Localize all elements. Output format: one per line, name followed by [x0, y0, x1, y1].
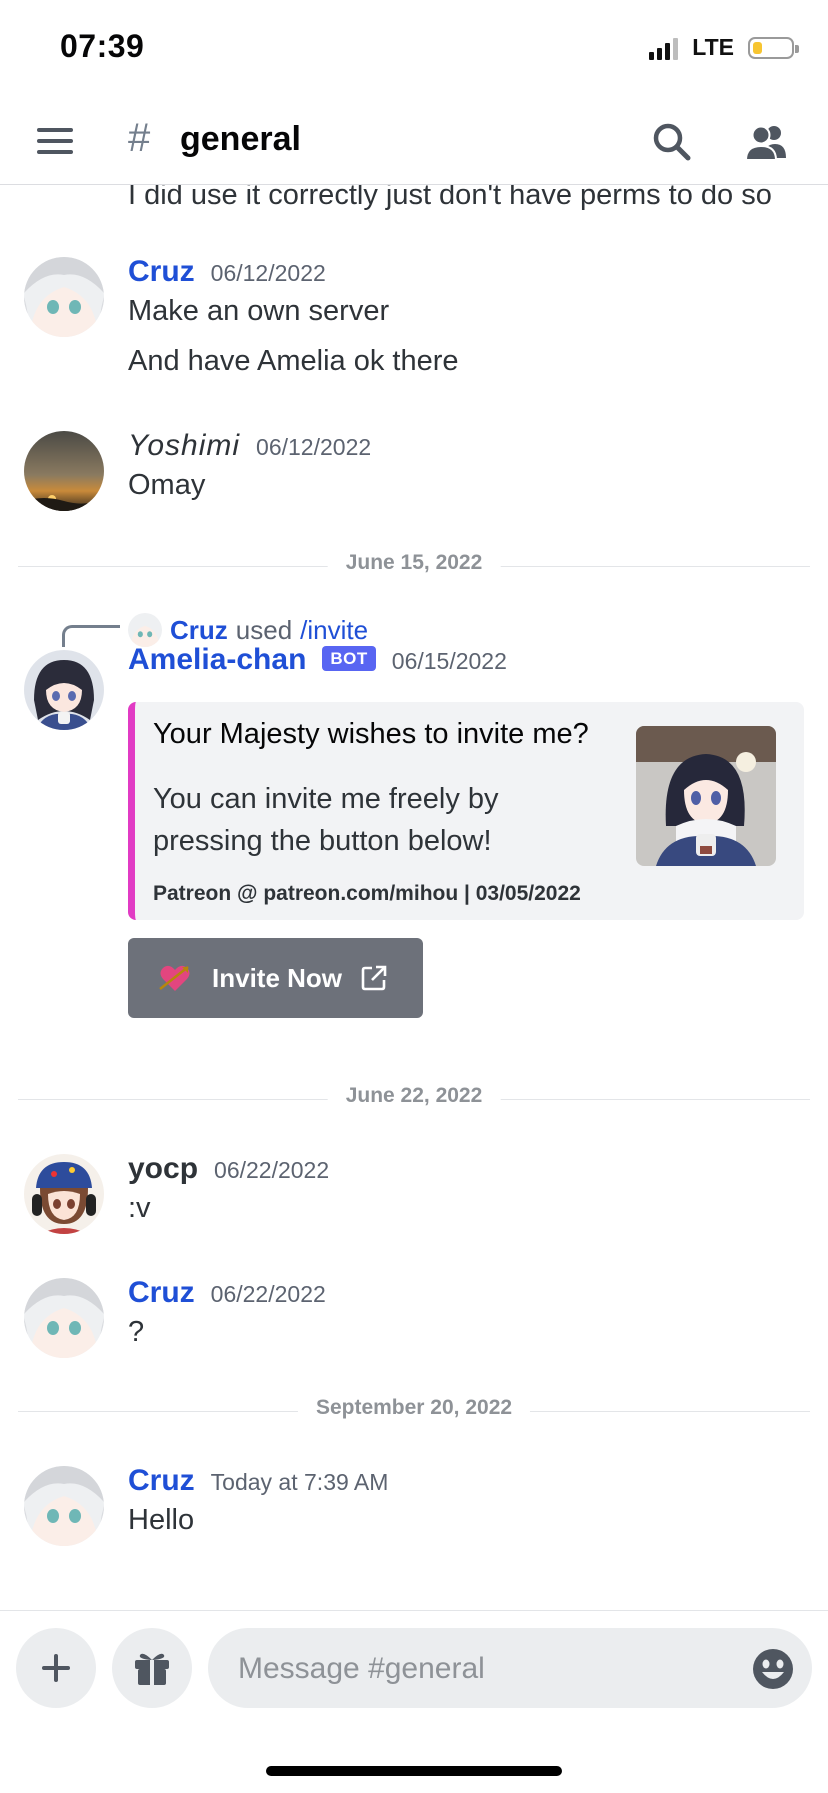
avatar[interactable] — [24, 1278, 104, 1358]
reply-connector — [62, 625, 120, 647]
message-text: Omay — [128, 469, 206, 501]
date-divider: June 15, 2022 — [18, 551, 810, 581]
embed-card: Your Majesty wishes to invite me? You ca… — [128, 702, 804, 920]
message-text: :v — [128, 1192, 151, 1224]
date-divider-label: June 15, 2022 — [327, 551, 501, 575]
avatar[interactable] — [24, 1466, 104, 1546]
message-header: Cruz 06/22/2022 — [128, 1276, 326, 1310]
invite-now-label: Invite Now — [212, 962, 343, 993]
timestamp: 06/12/2022 — [256, 434, 372, 460]
bot-badge: BOT — [322, 646, 376, 671]
battery-icon — [748, 36, 799, 59]
reply-avatar — [128, 613, 162, 647]
home-indicator[interactable] — [266, 1766, 562, 1776]
reply-context[interactable]: Cruz used /invite — [128, 613, 368, 647]
message-text: Hello — [128, 1504, 195, 1536]
emoji-icon[interactable] — [752, 1648, 794, 1690]
message-header: Cruz Today at 7:39 AM — [128, 1464, 388, 1498]
network-label: LTE — [692, 34, 734, 60]
message-text: And have Amelia ok there — [128, 345, 459, 377]
username[interactable]: Yoshimi — [128, 429, 240, 463]
message-text: Make an own server — [128, 295, 390, 327]
message-header: Amelia-chan BOT 06/15/2022 — [128, 643, 507, 677]
message-header: Yoshimi 06/12/2022 — [128, 429, 371, 463]
message-header: Cruz 06/12/2022 — [128, 255, 326, 289]
embed-description: You can invite me freely by pressing the… — [153, 783, 499, 857]
embed-footer: Patreon @ patreon.com/mihou | 03/05/2022 — [153, 882, 581, 905]
avatar[interactable] — [24, 257, 104, 337]
reply-used-text: used — [235, 614, 293, 645]
channel-header: # general — [0, 100, 828, 185]
date-divider-label: September 20, 2022 — [297, 1396, 531, 1420]
date-divider-label: June 22, 2022 — [327, 1084, 501, 1108]
avatar[interactable] — [24, 650, 104, 730]
channel-hash-icon: # — [128, 116, 151, 160]
reply-username[interactable]: Cruz — [170, 615, 228, 646]
avatar[interactable] — [24, 431, 104, 511]
username[interactable]: yocp — [128, 1152, 198, 1186]
channel-name: general — [180, 120, 301, 158]
avatar[interactable] — [24, 1154, 104, 1234]
search-icon[interactable] — [648, 118, 696, 166]
plus-icon[interactable] — [16, 1628, 96, 1708]
message-header: yocp 06/22/2022 — [128, 1152, 329, 1186]
timestamp: Today at 7:39 AM — [210, 1469, 389, 1495]
username[interactable]: Cruz — [128, 1276, 195, 1310]
heart-arrow-icon — [159, 965, 190, 991]
hamburger-icon[interactable] — [37, 126, 73, 156]
message-continuation: I did use it correctly just don't have p… — [128, 185, 772, 211]
status-bar: 07:39 LTE — [0, 0, 828, 100]
gift-icon[interactable] — [112, 1628, 192, 1708]
bot-username[interactable]: Amelia-chan — [128, 643, 306, 677]
invite-now-button[interactable]: Invite Now — [128, 938, 423, 1018]
members-icon[interactable] — [742, 118, 790, 166]
message-input[interactable] — [236, 1628, 720, 1710]
timestamp: 06/22/2022 — [214, 1157, 330, 1183]
username[interactable]: Cruz — [128, 1464, 195, 1498]
date-divider: June 22, 2022 — [18, 1084, 810, 1114]
embed-title: Your Majesty wishes to invite me? — [153, 718, 589, 750]
external-link-icon — [361, 965, 387, 991]
username[interactable]: Cruz — [128, 255, 195, 289]
reply-command[interactable]: /invite — [300, 615, 368, 646]
message-list[interactable]: I did use it correctly just don't have p… — [0, 185, 828, 1610]
date-divider: September 20, 2022 — [18, 1396, 810, 1426]
timestamp: 06/15/2022 — [391, 648, 507, 674]
timestamp: 06/12/2022 — [210, 260, 326, 286]
message-input-container[interactable] — [208, 1628, 812, 1710]
status-time: 07:39 — [60, 28, 145, 64]
embed-thumbnail[interactable] — [636, 726, 776, 866]
timestamp: 06/22/2022 — [210, 1281, 326, 1307]
signal-icon — [649, 36, 679, 60]
status-indicators: LTE — [649, 34, 799, 61]
message-text: ? — [128, 1316, 145, 1348]
